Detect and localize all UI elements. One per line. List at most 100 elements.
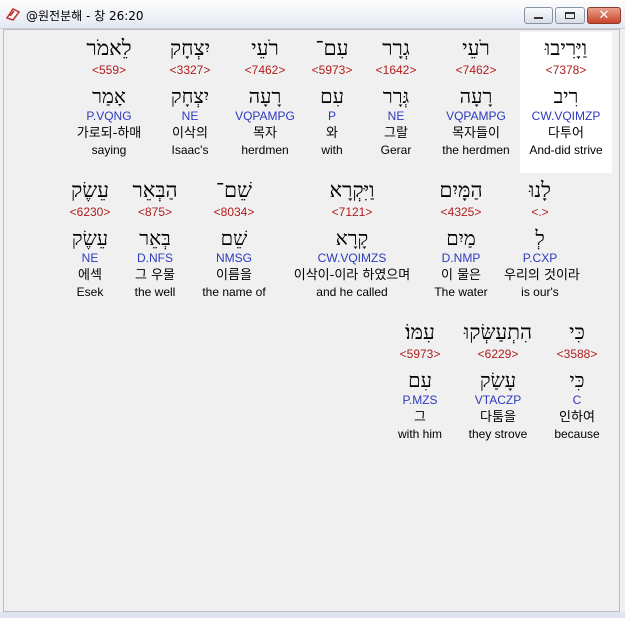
word-cell[interactable]: הַבְּאֵר <875> בְּאֵר D.NFS 그 우물 the wel… (124, 177, 186, 299)
hebrew-word: עִם־ (315, 36, 349, 60)
lemma: בְּאֵר (139, 226, 171, 250)
english-gloss: Isaac's (171, 143, 209, 157)
strong-number: <5973> (399, 347, 441, 361)
hebrew-word: עִמּוֹ׃ (405, 320, 435, 344)
lemma: כִּי (569, 368, 585, 392)
word-cell[interactable]: שֵׁם־ <8034> שֵׁם NMSG 이름을 the name of (194, 177, 274, 299)
strong-number: <3327> (169, 63, 211, 77)
english-gloss: Esek (76, 285, 104, 299)
lemma: יִצְחָק (170, 84, 210, 108)
parsing-code: CW.VQIMZS (317, 251, 387, 265)
close-icon: ✕ (598, 8, 610, 23)
parsing-code: VQPAMPG (235, 109, 295, 123)
window-title: @원전분해 - 창 26:20 (26, 9, 144, 23)
korean-gloss: 그 (414, 410, 426, 425)
strong-number: <4325> (440, 205, 482, 219)
parsing-code: VTACZP (474, 393, 522, 407)
korean-gloss: 다툼을 (480, 410, 516, 425)
parsing-code: P.VQNG (86, 109, 132, 123)
hebrew-word: שֵׁם־ (215, 178, 252, 202)
hebrew-word: יִצְחָק (169, 36, 211, 60)
word-cell[interactable]: לֵאמֹר <559> אָמַר P.VQNG 가로되-하매 saying (68, 35, 150, 157)
korean-gloss: 그랄 (384, 126, 408, 141)
app-logo-icon (5, 8, 21, 21)
english-gloss: and he called (316, 285, 388, 299)
main-window: @원전분해 - 창 26:20 ✕ וַיָּרִיבוּ <7378> רִי… (0, 0, 625, 618)
lemma: אָמַר (92, 84, 126, 108)
english-gloss: with him (397, 427, 442, 441)
english-gloss: The water (434, 285, 488, 299)
minimize-icon (534, 16, 543, 19)
english-gloss: is our's (521, 285, 559, 299)
strong-number: <7121> (331, 205, 373, 219)
lemma: רִיב (553, 84, 579, 108)
korean-gloss: 목자들이 (452, 126, 500, 141)
hebrew-word: הִתְעַשְּׂקוּ (463, 320, 533, 344)
hebrew-word: רֹעֵי (462, 36, 490, 60)
parsing-code: P.CXP (522, 251, 558, 265)
english-gloss: the herdmen (442, 143, 510, 157)
lemma: לְ (535, 226, 545, 250)
english-gloss: the name of (202, 285, 266, 299)
hebrew-word: וַיִּקְרָא (329, 178, 375, 202)
strong-number: <8034> (213, 205, 255, 219)
hebrew-word: עֵשֶׂק (71, 178, 109, 202)
word-cell[interactable]: גְרָר <1642> גְּרָר NE 그랄 Gerar (370, 35, 422, 157)
english-gloss: saying (91, 143, 127, 157)
maximize-button[interactable] (555, 7, 585, 24)
word-cell[interactable]: וַיִּקְרָא <7121> קָרָא CW.VQIMZS 이삭이-이라… (278, 177, 426, 299)
word-cell[interactable]: יִצְחָק <3327> יִצְחָק NE 이삭의 Isaac's (157, 35, 223, 157)
word-cell[interactable]: רֹעֵי <7462> רָעָה VQPAMPG 목자들이 the herd… (436, 35, 516, 157)
strong-number: <5973> (311, 63, 353, 77)
korean-gloss: 우리의 것이라 (504, 268, 580, 283)
english-gloss: And-did strive (529, 143, 603, 157)
strong-number: <1642> (375, 63, 417, 77)
lemma: שֵׁם (220, 226, 248, 250)
word-cell[interactable]: לָנוּ <.> לְ P.CXP 우리의 것이라 is our's (504, 177, 580, 299)
word-cell[interactable]: וַיָּרִיבוּ <7378> רִיב CW.VQIMZP 다투어 An… (520, 35, 612, 157)
word-cell[interactable]: רֹעֵי <7462> רָעָה VQPAMPG 목자 herdmen (228, 35, 302, 157)
korean-gloss: 이삭의 (172, 126, 208, 141)
korean-gloss: 그 우물 (134, 268, 175, 283)
parsing-code: D.NFS (137, 251, 173, 265)
hebrew-word: לֵאמֹר (86, 36, 132, 60)
lemma: מַיִם (446, 226, 476, 250)
hebrew-word: גְרָר (382, 36, 410, 60)
lemma: עָשַׂק (479, 368, 517, 392)
strong-number: <875> (137, 205, 173, 219)
hebrew-word: הַמָּיִם (439, 178, 483, 202)
korean-gloss: 에섹 (78, 268, 102, 283)
parsing-code: NMSG (216, 251, 252, 265)
english-gloss: the well (134, 285, 176, 299)
word-cell[interactable]: הַמָּיִם <4325> מַיִם D.NMP 이 물은 The wat… (428, 177, 494, 299)
english-gloss: because (554, 427, 600, 441)
parsing-code: C (572, 393, 582, 407)
word-cell[interactable]: עֵשֶׂק <6230> עֵשֶׂק NE 에섹 Esek (62, 177, 118, 299)
korean-gloss: 이름을 (216, 268, 252, 283)
strong-number: <6229> (477, 347, 519, 361)
lemma: עֵשֶׂק (71, 226, 109, 250)
korean-gloss: 이 물은 (440, 268, 481, 283)
word-cell[interactable]: הִתְעַשְּׂקוּ <6229> עָשַׂק VTACZP 다툼을 t… (460, 319, 536, 441)
lemma: עִם (320, 84, 344, 108)
word-cell[interactable]: עִם־ <5973> עִם P 와 with (306, 35, 358, 157)
lemma: רָעָה (248, 84, 282, 108)
parsing-code: NE (387, 109, 405, 123)
english-gloss: with (321, 143, 343, 157)
word-cell[interactable]: עִמּוֹ׃ <5973> עִם P.MZS 그 with him (390, 319, 450, 441)
parsing-code: NE (181, 109, 199, 123)
close-button[interactable]: ✕ (587, 7, 621, 24)
hebrew-word: וַיָּרִיבוּ (544, 36, 588, 60)
korean-gloss: 인하여 (559, 410, 595, 425)
korean-gloss: 목자 (253, 126, 277, 141)
korean-gloss: 와 (326, 126, 338, 141)
maximize-icon (565, 12, 575, 19)
korean-gloss: 가로되-하매 (76, 126, 142, 141)
title-bar[interactable]: @원전분해 - 창 26:20 ✕ (0, 0, 625, 29)
parsing-code: P.MZS (402, 393, 438, 407)
word-cell[interactable]: כִּי <3588> כִּי C 인하여 because (548, 319, 606, 441)
parsing-code: CW.VQIMZP (531, 109, 601, 123)
minimize-button[interactable] (524, 7, 553, 24)
strong-number: <7462> (244, 63, 286, 77)
strong-number: <7462> (455, 63, 497, 77)
